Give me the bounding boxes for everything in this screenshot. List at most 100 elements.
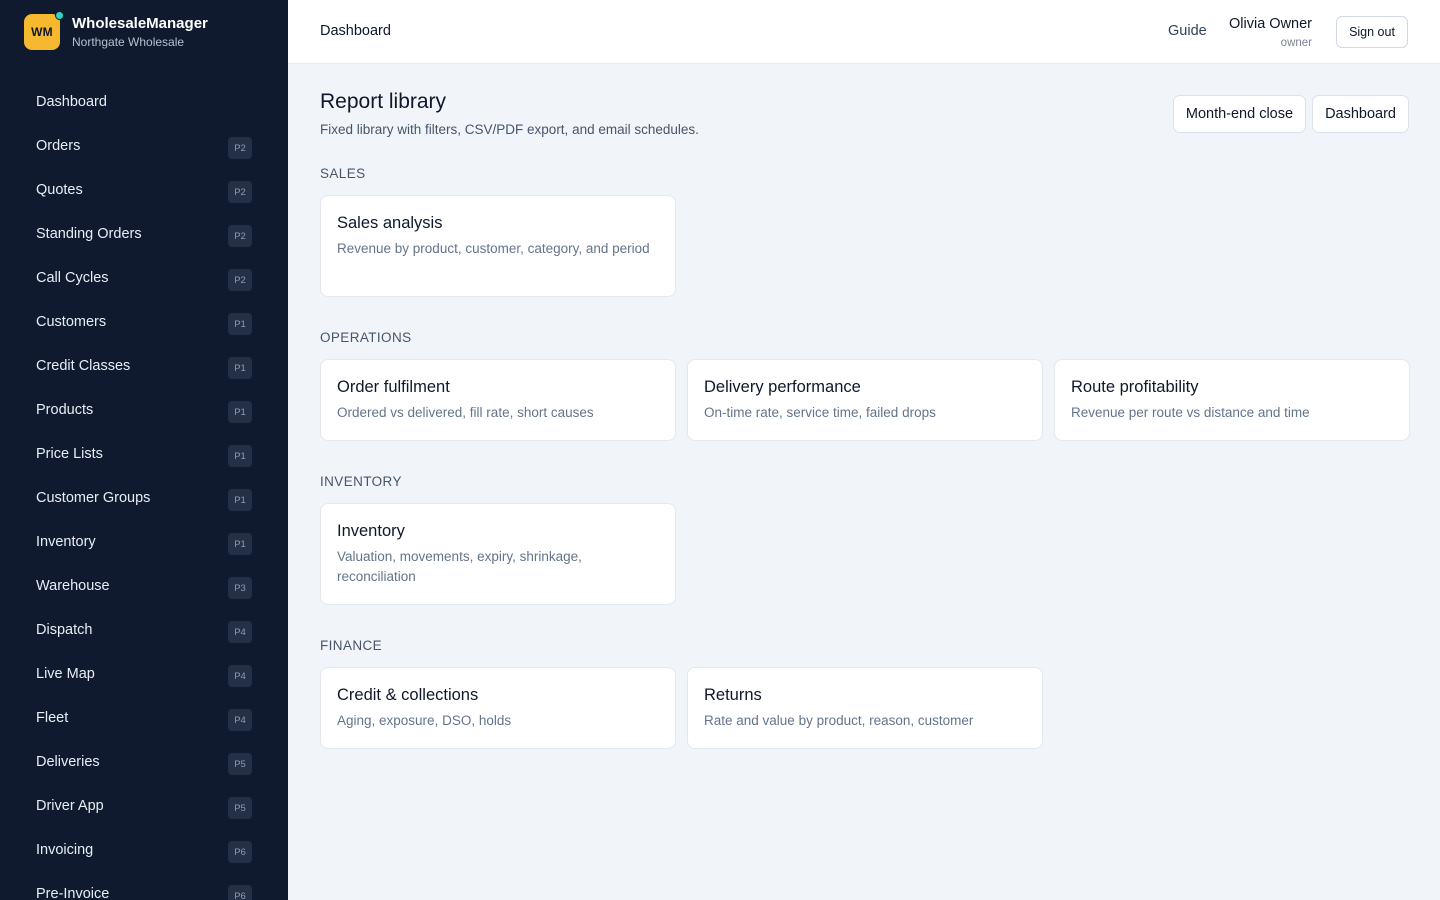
sidebar-item-label: Credit Classes — [36, 358, 131, 374]
section-label-finance: FINANCE — [320, 638, 383, 653]
sidebar-item-orders[interactable]: Orders P2 — [20, 124, 272, 168]
report-card-description: Rate and value by product, reason, custo… — [704, 713, 974, 728]
sidebar-item-label: Inventory — [36, 534, 96, 550]
sidebar-item-fleet[interactable]: Fleet P4 — [20, 696, 272, 740]
sidebar-item-label: Pre-Invoice — [36, 886, 110, 900]
phase-badge: P1 — [228, 489, 252, 511]
section-finance-cards: Credit & collections Aging, exposure, DS… — [320, 667, 1043, 749]
sidebar-item-label: Driver App — [36, 798, 104, 814]
page-subtitle: Fixed library with filters, CSV/PDF expo… — [320, 122, 699, 137]
phase-badge: P2 — [228, 269, 252, 291]
report-card-description: Revenue per route vs distance and time — [1071, 405, 1310, 420]
report-card-description: Ordered vs delivered, fill rate, short c… — [337, 405, 594, 420]
org-name: Northgate Wholesale — [72, 34, 185, 49]
sidebar-item-label: Dispatch — [36, 622, 93, 638]
page-title: Report library — [320, 90, 447, 113]
section-label-inventory: INVENTORY — [320, 474, 402, 489]
report-card-title: Order fulfilment — [337, 378, 450, 396]
sidebar-item-products[interactable]: Products P1 — [20, 388, 272, 432]
phase-badge: P2 — [228, 225, 252, 247]
sidebar-item-label: Standing Orders — [36, 226, 142, 242]
phase-badge: P1 — [228, 533, 252, 555]
top-header: Dashboard Guide Olivia Owner owner Sign … — [288, 0, 1440, 64]
sidebar-item-price-lists[interactable]: Price Lists P1 — [20, 432, 272, 476]
sidebar-item-dashboard[interactable]: Dashboard — [20, 80, 272, 124]
phase-badge: P1 — [228, 445, 252, 467]
sidebar-item-deliveries[interactable]: Deliveries P5 — [20, 740, 272, 784]
user-info: Olivia Owner owner — [1229, 15, 1312, 51]
report-card-title: Route profitability — [1071, 378, 1199, 396]
phase-badge: P4 — [228, 709, 252, 731]
sidebar-item-label: Invoicing — [36, 842, 94, 858]
sidebar-item-inventory[interactable]: Inventory P1 — [20, 520, 272, 564]
sidebar-item-label: Warehouse — [36, 578, 110, 594]
guide-link[interactable]: Guide — [1168, 23, 1207, 39]
user-name: Olivia Owner — [1229, 16, 1312, 32]
section-sales-cards: Sales analysis Revenue by product, custo… — [320, 195, 676, 297]
sidebar-item-label: Products — [36, 402, 94, 418]
report-card-inventory[interactable]: Inventory Valuation, movements, expiry, … — [320, 503, 676, 605]
dashboard-button[interactable]: Dashboard — [1312, 95, 1409, 133]
phase-badge: P1 — [228, 401, 252, 423]
report-card-credit-collections[interactable]: Credit & collections Aging, exposure, DS… — [320, 667, 676, 749]
sidebar-item-label: Orders — [36, 138, 81, 154]
sidebar-item-label: Customers — [36, 314, 107, 330]
user-role: owner — [1280, 37, 1312, 49]
page-actions: Month-end close Dashboard — [1172, 95, 1409, 133]
report-card-order-fulfilment[interactable]: Order fulfilment Ordered vs delivered, f… — [320, 359, 676, 441]
report-card-returns[interactable]: Returns Rate and value by product, reaso… — [687, 667, 1043, 749]
report-card-route-profitability[interactable]: Route profitability Revenue per route vs… — [1054, 359, 1410, 441]
sidebar-item-standing-orders[interactable]: Standing Orders P2 — [20, 212, 272, 256]
phase-badge: P2 — [228, 137, 252, 159]
phase-badge: P3 — [228, 577, 252, 599]
phase-badge: P1 — [228, 313, 252, 335]
sidebar-nav: Dashboard Orders P2 Quotes P2 Standing O… — [20, 80, 272, 900]
app-logo: WM — [24, 11, 64, 50]
section-operations-cards: Order fulfilment Ordered vs delivered, f… — [320, 359, 1410, 441]
phase-badge: P4 — [228, 665, 252, 687]
sidebar-item-invoicing[interactable]: Invoicing P6 — [20, 828, 272, 872]
phase-badge: P4 — [228, 621, 252, 643]
sidebar-item-label: Price Lists — [36, 446, 103, 462]
phase-badge: P1 — [228, 357, 252, 379]
sidebar-item-label: Quotes — [36, 182, 83, 198]
phase-badge: P2 — [228, 181, 252, 203]
sidebar-item-label: Call Cycles — [36, 270, 109, 286]
report-card-title: Delivery performance — [704, 378, 861, 396]
phase-badge: P6 — [228, 885, 252, 900]
report-card-delivery-performance[interactable]: Delivery performance On-time rate, servi… — [687, 359, 1043, 441]
sidebar-item-pre-invoice[interactable]: Pre-Invoice P6 — [20, 872, 272, 900]
sidebar-item-label: Dashboard — [36, 94, 107, 110]
phase-badge: P6 — [228, 841, 252, 863]
sidebar-item-label: Deliveries — [36, 754, 100, 770]
sidebar-item-credit-classes[interactable]: Credit Classes P1 — [20, 344, 272, 388]
month-end-close-button[interactable]: Month-end close — [1172, 95, 1307, 133]
report-card-description: Aging, exposure, DSO, holds — [337, 713, 512, 728]
report-card-description: Valuation, movements, expiry, shrinkage,… — [337, 549, 582, 584]
section-label-operations: OPERATIONS — [320, 330, 412, 345]
status-dot-icon — [55, 11, 64, 20]
phase-badge: P5 — [228, 753, 252, 775]
brand[interactable]: WM WholesaleManager Northgate Wholesale — [24, 11, 208, 50]
sidebar: WM WholesaleManager Northgate Wholesale … — [0, 0, 288, 900]
report-card-title: Credit & collections — [337, 686, 479, 704]
report-card-title: Sales analysis — [337, 214, 443, 232]
breadcrumb[interactable]: Dashboard — [320, 23, 391, 39]
sidebar-item-customers[interactable]: Customers P1 — [20, 300, 272, 344]
sidebar-item-live-map[interactable]: Live Map P4 — [20, 652, 272, 696]
report-card-title: Returns — [704, 686, 762, 704]
sidebar-item-quotes[interactable]: Quotes P2 — [20, 168, 272, 212]
sidebar-item-label: Live Map — [36, 666, 95, 682]
section-label-sales: SALES — [320, 166, 366, 181]
report-card-description: Revenue by product, customer, category, … — [337, 241, 650, 256]
sidebar-item-customer-groups[interactable]: Customer Groups P1 — [20, 476, 272, 520]
sidebar-item-call-cycles[interactable]: Call Cycles P2 — [20, 256, 272, 300]
sidebar-item-warehouse[interactable]: Warehouse P3 — [20, 564, 272, 608]
sidebar-item-label: Customer Groups — [36, 490, 151, 506]
sidebar-item-dispatch[interactable]: Dispatch P4 — [20, 608, 272, 652]
sidebar-item-driver-app[interactable]: Driver App P5 — [20, 784, 272, 828]
logo-text: WM — [31, 25, 53, 39]
report-card-sales-analysis[interactable]: Sales analysis Revenue by product, custo… — [320, 195, 676, 297]
sign-out-button[interactable]: Sign out — [1336, 16, 1408, 48]
phase-badge: P5 — [228, 797, 252, 819]
